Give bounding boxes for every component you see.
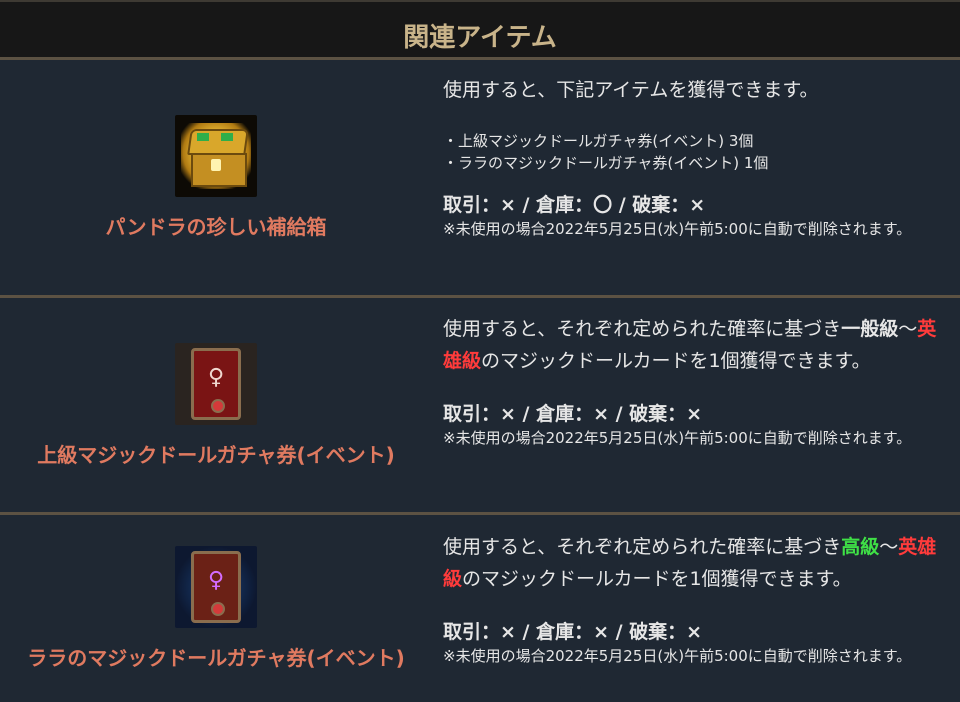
desc-text: ～ xyxy=(898,318,918,340)
grade-high: 高級 xyxy=(841,536,880,558)
item-visual: パンドラの珍しい補給箱 xyxy=(0,60,432,295)
item-name: 上級マジックドールガチャ券(イベント) xyxy=(37,442,395,467)
lara-doll-card-icon: ♀ xyxy=(175,546,257,628)
item-row-upper-doll-ticket: ♀ 上級マジックドールガチャ券(イベント) 使用すると、それぞれ定められた確率に… xyxy=(0,298,960,515)
item-visual: ♀ ララのマジックドールガチャ券(イベント) xyxy=(0,515,432,702)
trade-restrictions: 取引：× / 倉庫：× / 破棄：× xyxy=(443,403,703,425)
desc-text: 使用すると、それぞれ定められた確率に基づき xyxy=(443,536,842,558)
item-row-lara-doll-ticket: ♀ ララのマジックドールガチャ券(イベント) 使用すると、それぞれ定められた確率… xyxy=(0,515,960,702)
item-description: 使用すると、下記アイテムを獲得できます。 xyxy=(443,79,819,101)
list-item: ・上級マジックドールガチャ券(イベント) 3個 xyxy=(443,132,754,150)
grade-general: 一般級 xyxy=(841,318,899,340)
section-header: 関連アイテム xyxy=(0,0,960,60)
item-details: 使用すると、それぞれ定められた確率に基づき高級～英雄級のマジックドールカードを1… xyxy=(443,531,950,667)
desc-text: 使用すると、それぞれ定められた確率に基づき xyxy=(443,318,842,340)
trade-restrictions: 取引：× / 倉庫：× / 破棄：× xyxy=(443,621,703,643)
desc-text: のマジックドールカードを1個獲得できます。 xyxy=(481,350,871,372)
section-title: 関連アイテム xyxy=(403,23,557,53)
list-item: ・ララのマジックドールガチャ券(イベント) 1個 xyxy=(443,154,769,172)
item-details: 使用すると、それぞれ定められた確率に基づき一般級～英雄級のマジックドールカードを… xyxy=(443,313,950,449)
item-description: 使用すると、それぞれ定められた確率に基づき一般級～英雄級のマジックドールカードを… xyxy=(443,313,950,377)
item-name: パンドラの珍しい補給箱 xyxy=(105,215,327,239)
trade-restrictions: 取引：× / 倉庫：〇 / 破棄：× xyxy=(443,194,706,216)
contents-list: ・上級マジックドールガチャ券(イベント) 3個 ・ララのマジックドールガチャ券(… xyxy=(443,130,950,174)
expiry-note: ※未使用の場合2022年5月25日(水)午前5:00に自動で削除されます。 xyxy=(443,647,912,665)
item-row-pandora-box: パンドラの珍しい補給箱 使用すると、下記アイテムを獲得できます。 ・上級マジック… xyxy=(0,60,960,298)
item-details: 使用すると、下記アイテムを獲得できます。 ・上級マジックドールガチャ券(イベント… xyxy=(443,74,950,240)
treasure-chest-icon xyxy=(175,115,257,197)
expiry-note: ※未使用の場合2022年5月25日(水)午前5:00に自動で削除されます。 xyxy=(443,429,912,447)
item-description: 使用すると、それぞれ定められた確率に基づき高級～英雄級のマジックドールカードを1… xyxy=(443,531,950,595)
expiry-note: ※未使用の場合2022年5月25日(水)午前5:00に自動で削除されます。 xyxy=(443,220,912,238)
item-name: ララのマジックドールガチャ券(イベント) xyxy=(27,646,405,670)
desc-text: のマジックドールカードを1個獲得できます。 xyxy=(462,568,852,590)
item-visual: ♀ 上級マジックドールガチャ券(イベント) xyxy=(0,298,432,512)
magic-doll-card-icon: ♀ xyxy=(175,342,257,425)
desc-text: ～ xyxy=(879,536,899,558)
